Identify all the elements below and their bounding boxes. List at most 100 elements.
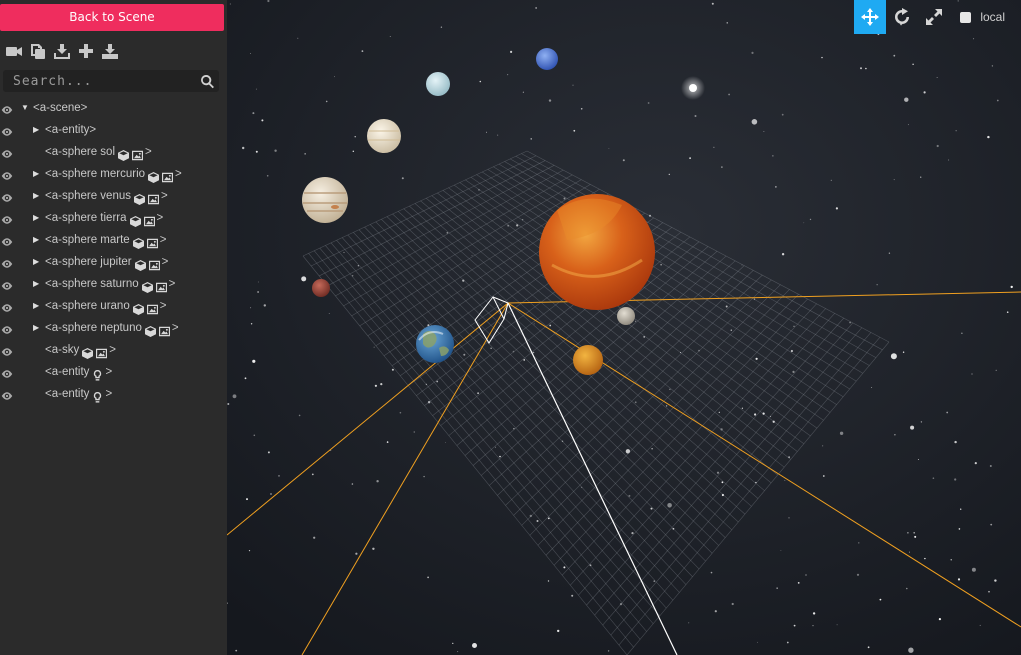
translate-button[interactable] (854, 0, 887, 34)
download-icon[interactable] (101, 42, 119, 60)
search-box (3, 70, 219, 92)
caret-right-icon[interactable] (33, 251, 41, 273)
tree-row-label: <a-sphere jupiter > (45, 251, 168, 273)
visibility-eye-icon[interactable] (1, 168, 13, 180)
tree-row[interactable]: <a-sphere venus > (0, 185, 227, 207)
tree-row-label: <a-sphere urano > (45, 295, 166, 317)
back-to-scene-button[interactable]: Back to Scene (0, 4, 224, 31)
caret-right-icon[interactable] (33, 119, 41, 141)
entity-tag-text: <a-sphere jupiter (45, 256, 132, 268)
tag-close: > (161, 190, 168, 202)
search-input[interactable] (3, 70, 193, 92)
image-icon (146, 301, 158, 314)
tag-close: > (168, 278, 176, 290)
scene-graph-panel: Back to Scene <a-scene><a-entity><a-sphe… (0, 0, 227, 655)
caret-right-icon[interactable] (33, 229, 41, 251)
mercury-sphere[interactable] (617, 307, 635, 325)
cube-icon (82, 345, 94, 359)
visibility-eye-icon[interactable] (1, 190, 13, 202)
local-label: local (980, 10, 1005, 24)
tree-row[interactable]: <a-sphere sol > (0, 141, 227, 163)
entity-tag-text: <a-sphere sol (45, 146, 115, 158)
caret-right-icon[interactable] (33, 207, 41, 229)
visibility-eye-icon[interactable] (1, 146, 13, 158)
caret-right-icon[interactable] (33, 317, 41, 339)
neptune-sphere[interactable] (536, 48, 558, 70)
rotate-button[interactable] (886, 0, 918, 34)
cube-icon (134, 257, 146, 271)
tree-row-label: <a-sphere tierra > (45, 207, 163, 229)
caret-right-icon[interactable] (33, 185, 41, 207)
visibility-eye-icon[interactable] (1, 366, 13, 378)
visibility-eye-icon[interactable] (1, 344, 13, 356)
visibility-eye-icon[interactable] (1, 234, 13, 246)
tree-row[interactable]: <a-entity> (0, 361, 227, 383)
video-camera-icon[interactable] (5, 42, 23, 60)
scale-icon (926, 9, 943, 25)
cube-icon (148, 169, 160, 183)
bright-star (681, 76, 705, 100)
export-icon[interactable] (53, 42, 71, 60)
earth-sphere[interactable] (416, 325, 454, 363)
add-entity-icon[interactable] (77, 42, 95, 60)
entity-tag-text: <a-sphere tierra (45, 212, 127, 224)
image-icon (96, 345, 108, 358)
cube-icon (132, 235, 144, 249)
visibility-eye-icon[interactable] (1, 256, 13, 268)
tree-row-label: <a-scene> (33, 97, 87, 119)
tree-row[interactable]: <a-sphere jupiter > (0, 251, 227, 273)
caret-right-icon[interactable] (33, 273, 41, 295)
mars-sphere[interactable] (312, 279, 330, 297)
tag-close: > (171, 322, 179, 334)
tree-row-label: <a-sky > (45, 339, 116, 361)
sky-background (227, 0, 1021, 655)
cube-icon (141, 279, 153, 293)
local-toggle[interactable]: local (960, 10, 1005, 24)
tree-row[interactable]: <a-sphere mercurio > (0, 163, 227, 185)
visibility-eye-icon[interactable] (1, 278, 13, 290)
search-icon[interactable] (200, 74, 215, 89)
scale-button[interactable] (918, 0, 950, 34)
copy-icon[interactable] (29, 42, 47, 60)
sun-sphere[interactable] (539, 194, 655, 310)
tree-row[interactable]: <a-sphere tierra > (0, 207, 227, 229)
entity-tag-text: <a-entity (45, 366, 90, 378)
visibility-eye-icon[interactable] (1, 212, 13, 224)
tree-row-label: <a-sphere sol > (45, 141, 152, 163)
uranus-sphere[interactable] (426, 72, 450, 96)
panel-toolbar (5, 41, 119, 61)
caret-down-icon[interactable] (21, 97, 29, 119)
visibility-eye-icon[interactable] (1, 388, 13, 400)
tree-row[interactable]: <a-sky > (0, 339, 227, 361)
tree-row-label: <a-entity > (45, 383, 112, 405)
tree-row[interactable]: <a-scene> (0, 97, 227, 119)
local-checkbox[interactable] (960, 11, 972, 23)
tree-row[interactable]: <a-sphere neptuno > (0, 317, 227, 339)
visibility-eye-icon[interactable] (1, 124, 13, 136)
entity-tag-text: <a-sky (45, 344, 80, 356)
scene-canvas[interactable] (227, 0, 1021, 655)
image-icon (148, 191, 159, 204)
scene-viewport[interactable]: local (227, 0, 1021, 655)
tag-close: > (159, 300, 167, 312)
cube-icon (134, 191, 145, 205)
visibility-eye-icon[interactable] (1, 300, 13, 312)
cube-icon (144, 323, 156, 337)
rotate-icon (895, 8, 910, 24)
tree-row[interactable]: <a-entity> (0, 119, 227, 141)
cube-icon (118, 147, 129, 161)
tree-row[interactable]: <a-sphere saturno > (0, 273, 227, 295)
lightbulb-icon (92, 367, 103, 381)
visibility-eye-icon[interactable] (1, 322, 13, 334)
tree-row[interactable]: <a-sphere urano > (0, 295, 227, 317)
lightbulb-icon (92, 389, 103, 403)
caret-right-icon[interactable] (33, 163, 41, 185)
tree-row[interactable]: <a-sphere marte > (0, 229, 227, 251)
visibility-eye-icon[interactable] (1, 102, 13, 114)
jupiter-sphere[interactable] (302, 177, 348, 223)
tree-row[interactable]: <a-entity> (0, 383, 227, 405)
saturn-sphere[interactable] (367, 119, 401, 153)
caret-right-icon[interactable] (33, 295, 41, 317)
tag-close: > (109, 344, 116, 356)
venus-sphere[interactable] (573, 345, 603, 375)
